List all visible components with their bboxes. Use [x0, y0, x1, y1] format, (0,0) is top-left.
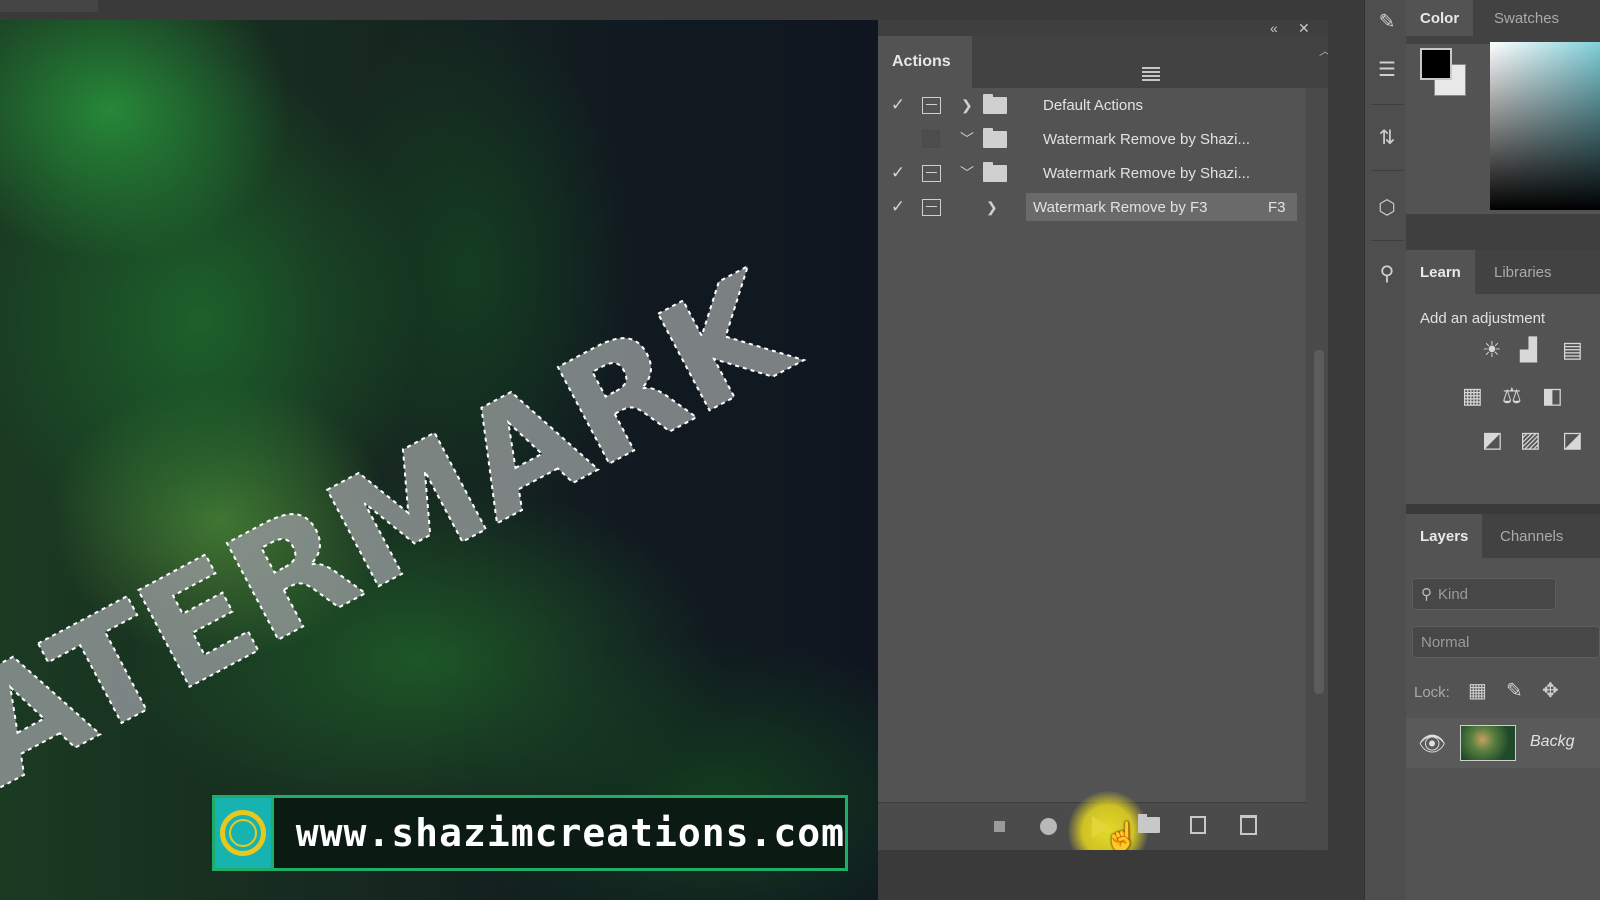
blend-mode-select[interactable]: Normal: [1412, 626, 1600, 658]
blend-mode-value: Normal: [1421, 633, 1470, 651]
panel-icon-column: ✎ ☰ ⇅ ⬡ ⚲: [1364, 0, 1406, 900]
layer-name: Backg: [1530, 733, 1575, 750]
checkmark-icon[interactable]: ✓: [888, 163, 908, 183]
chevron-right-icon[interactable]: ❯: [961, 97, 973, 114]
action-list: ✓ ❯ Default Actions ﹀ Watermark Remove b…: [878, 88, 1302, 224]
folder-icon: [983, 161, 1007, 182]
clone-stamp-icon[interactable]: ⚲: [1375, 262, 1399, 286]
lock-image-pixels-icon[interactable]: ✎: [1506, 678, 1523, 703]
lock-position-icon[interactable]: ✥: [1542, 678, 1559, 703]
action-set-label: Default Actions: [1043, 96, 1144, 114]
divider: [1371, 104, 1403, 105]
checkmark-icon[interactable]: ✓: [888, 197, 908, 217]
actions-panel: « ✕ Actions ✓ ❯ Default Actions ﹀ Waterm…: [878, 20, 1331, 900]
document-canvas[interactable]: WATERMARK www.shazimcreations.com: [0, 20, 878, 900]
close-panel-icon[interactable]: ✕: [1298, 20, 1310, 36]
brush-settings-icon[interactable]: ✎: [1375, 10, 1399, 34]
lock-label: Lock:: [1414, 683, 1450, 701]
watermark-selection: WATERMARK: [0, 237, 822, 895]
collapse-panels-icon[interactable]: «: [1270, 20, 1278, 36]
delete-button[interactable]: [1240, 815, 1257, 835]
action-label: Watermark Remove by F3: [1033, 198, 1208, 216]
brand-logo-icon: [215, 798, 274, 868]
folder-icon: [983, 127, 1007, 148]
panel-scrollbar[interactable]: [1306, 88, 1328, 888]
brightness-icon[interactable]: ☀: [1482, 338, 1502, 362]
tab-layers[interactable]: Layers: [1406, 514, 1483, 558]
layer-filter-input[interactable]: ⚲ Kind: [1412, 578, 1556, 610]
right-panel-column: Color Swatches Learn Libraries Add an ad…: [1406, 0, 1600, 900]
action-set-row[interactable]: ✓ ❯ Default Actions: [878, 88, 1302, 122]
action-set-row[interactable]: ✓ ﹀ Watermark Remove by Shazi...: [878, 156, 1302, 190]
tab-actions[interactable]: Actions: [878, 36, 972, 88]
tab-color[interactable]: Color: [1406, 0, 1474, 36]
hand-cursor-icon: ☝: [1104, 821, 1139, 852]
action-shortcut: F3: [1268, 198, 1286, 216]
divider: [1371, 240, 1403, 241]
lock-row: Lock:: [1414, 676, 1450, 708]
panel-bottom-strip: [878, 850, 1328, 900]
new-set-button[interactable]: [1138, 814, 1160, 833]
layers-tabbar: Layers Channels: [1406, 514, 1600, 558]
folder-icon: [983, 93, 1007, 114]
3d-cube-icon[interactable]: ⬡: [1375, 196, 1399, 220]
history-icon[interactable]: ⇅: [1375, 126, 1399, 150]
tab-swatches[interactable]: Swatches: [1480, 0, 1573, 36]
tab-channels[interactable]: Channels: [1486, 514, 1577, 558]
color-tabbar: Color Swatches: [1406, 0, 1600, 44]
learn-tabbar: Learn Libraries: [1406, 250, 1600, 294]
chevron-down-icon[interactable]: ﹀: [960, 163, 974, 183]
layer-row[interactable]: 👁 Backg: [1406, 718, 1600, 768]
photoshop-window: WATERMARK www.shazimcreations.com « ✕ Ac…: [0, 0, 1600, 900]
actions-tabbar: Actions: [878, 36, 1328, 88]
adjust-sliders-icon[interactable]: ☰: [1375, 58, 1399, 82]
photo-filter-icon[interactable]: ◩: [1482, 428, 1503, 452]
selective-color-icon[interactable]: ◪: [1562, 428, 1583, 452]
url-text: www.shazimcreations.com: [295, 811, 845, 855]
color-balance-icon[interactable]: ⚖: [1502, 384, 1522, 408]
divider: [1371, 170, 1403, 171]
chevron-right-icon[interactable]: ❯: [986, 199, 998, 216]
dialog-toggle-icon[interactable]: [922, 96, 941, 114]
panel-menu-icon[interactable]: [1142, 67, 1160, 81]
layer-filter-placeholder: Kind: [1438, 585, 1469, 603]
tab-libraries[interactable]: Libraries: [1480, 250, 1566, 294]
color-picker-field[interactable]: [1490, 42, 1600, 210]
exposure-icon[interactable]: ▦: [1462, 384, 1483, 408]
tab-actions-label: Actions: [892, 53, 951, 70]
action-row-selected[interactable]: ✓ ❯ Watermark Remove by F3 F3: [878, 190, 1302, 224]
black-white-icon[interactable]: ◧: [1542, 384, 1563, 408]
layer-thumbnail: [1460, 725, 1516, 761]
dialog-toggle-icon[interactable]: [922, 198, 941, 216]
dialog-toggle-icon[interactable]: [922, 164, 941, 182]
adjustments-title: Add an adjustment: [1420, 310, 1546, 327]
lock-transparent-pixels-icon[interactable]: ▦: [1468, 678, 1487, 703]
record-button[interactable]: [1040, 818, 1057, 835]
actions-footer: ☝: [878, 791, 1306, 871]
chevron-down-icon[interactable]: ﹀: [960, 129, 974, 149]
eye-icon[interactable]: 👁: [1418, 731, 1446, 757]
url-banner: www.shazimcreations.com: [212, 795, 848, 871]
curves-icon[interactable]: ▤: [1562, 338, 1583, 362]
document-tab[interactable]: [0, 0, 98, 12]
scroll-thumb[interactable]: [1314, 350, 1324, 694]
action-set-label: Watermark Remove by Shazi...: [1043, 130, 1251, 148]
gradient-map-icon[interactable]: ▨: [1520, 428, 1541, 452]
tab-learn[interactable]: Learn: [1406, 250, 1475, 294]
action-set-row[interactable]: ﹀ Watermark Remove by Shazi...: [878, 122, 1302, 156]
panel-divider: [1406, 504, 1600, 514]
empty-checkbox[interactable]: [922, 130, 940, 148]
search-icon: ⚲: [1421, 586, 1432, 603]
checkmark-icon[interactable]: ✓: [888, 95, 908, 115]
action-set-label: Watermark Remove by Shazi...: [1043, 164, 1251, 182]
panel-icon-strip: ✎ ☰ ⇅ ⬡ ⚲: [1328, 0, 1406, 900]
panel-header-strip: « ✕: [878, 20, 1328, 36]
panel-divider: [1406, 214, 1600, 250]
new-action-button[interactable]: [1190, 816, 1206, 834]
foreground-color-swatch[interactable]: [1420, 48, 1452, 80]
levels-icon[interactable]: ▟: [1520, 338, 1537, 362]
stop-button[interactable]: [994, 821, 1005, 832]
